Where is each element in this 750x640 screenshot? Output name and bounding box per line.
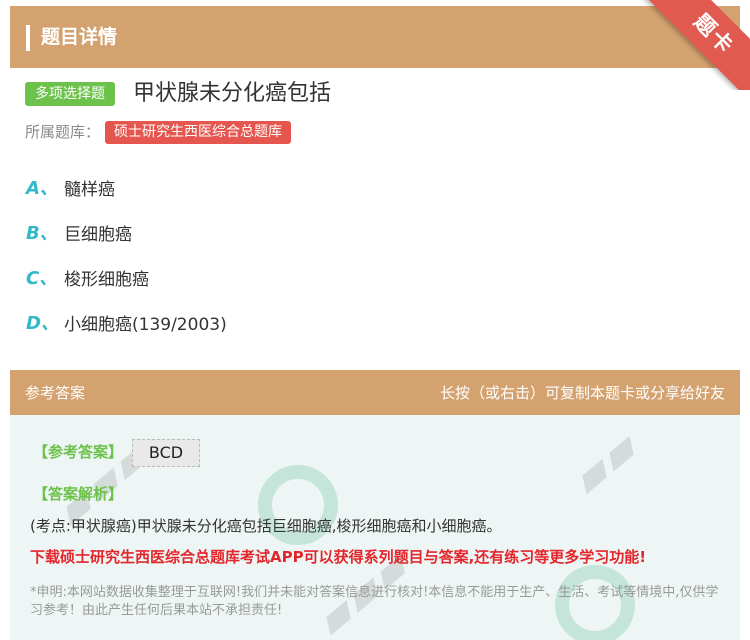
app-download-promo[interactable]: 下载硕士研究生西医综合总题库考试APP可以获得系列题目与答案,还有练习等更多学习… (30, 546, 646, 568)
page-header: 题目详情 (10, 6, 740, 68)
disclaimer-text: *申明:本网站数据收集整理于互联网!我们并未能对答案信息进行核对!本信息不能用于… (30, 585, 719, 618)
copy-share-hint[interactable]: 长按（或右击）可复制本题卡或分享给好友 (440, 382, 725, 404)
option-c[interactable]: C、 梭形细胞癌 (26, 263, 149, 291)
option-letter: C、 (26, 268, 58, 289)
answer-value: BCD (132, 439, 200, 467)
page-title: 题目详情 (41, 26, 118, 48)
analysis-label: 【答案解析】 (33, 485, 124, 503)
answer-section-title: 参考答案 (25, 384, 86, 402)
corner-ribbon: 题卡 (640, 0, 750, 90)
answer-label: 【参考答案】 (33, 443, 124, 461)
option-a[interactable]: A、 髓样癌 (26, 173, 115, 201)
header-accent-bar (26, 25, 30, 51)
ribbon-label: 题卡 (689, 9, 739, 59)
question-title: 甲状腺未分化癌包括 (133, 81, 332, 106)
question-type-badge: 多项选择题 (25, 82, 115, 106)
option-b[interactable]: B、 巨细胞癌 (26, 218, 132, 246)
option-letter: B、 (26, 223, 58, 244)
question-bank-tag[interactable]: 硕士研究生西医综合总题库 (105, 121, 291, 144)
watermark-mark: ▰▰ (560, 418, 650, 506)
option-text: 小细胞癌(139/2003) (64, 314, 227, 335)
answer-section-header: 参考答案 长按（或右击）可复制本题卡或分享给好友 (10, 370, 740, 415)
option-text: 梭形细胞癌 (64, 269, 149, 290)
question-bank-label: 所属题库： (25, 123, 101, 141)
ribbon-band: 题卡 (641, 0, 750, 90)
option-letter: A、 (26, 178, 58, 199)
analysis-text: (考点:甲状腺癌)甲状腺未分化癌包括巨细胞癌,梭形细胞癌和小细胞癌。 (30, 517, 502, 535)
option-text: 髓样癌 (64, 179, 115, 200)
option-text: 巨细胞癌 (64, 224, 132, 245)
option-d[interactable]: D、 小细胞癌(139/2003) (26, 308, 227, 336)
option-letter: D、 (26, 313, 59, 334)
answer-panel: ▰▰▰ ▰▰▰ ▰▰ 【参考答案】 BCD 【答案解析】 (考点:甲状腺癌)甲状… (10, 415, 740, 640)
